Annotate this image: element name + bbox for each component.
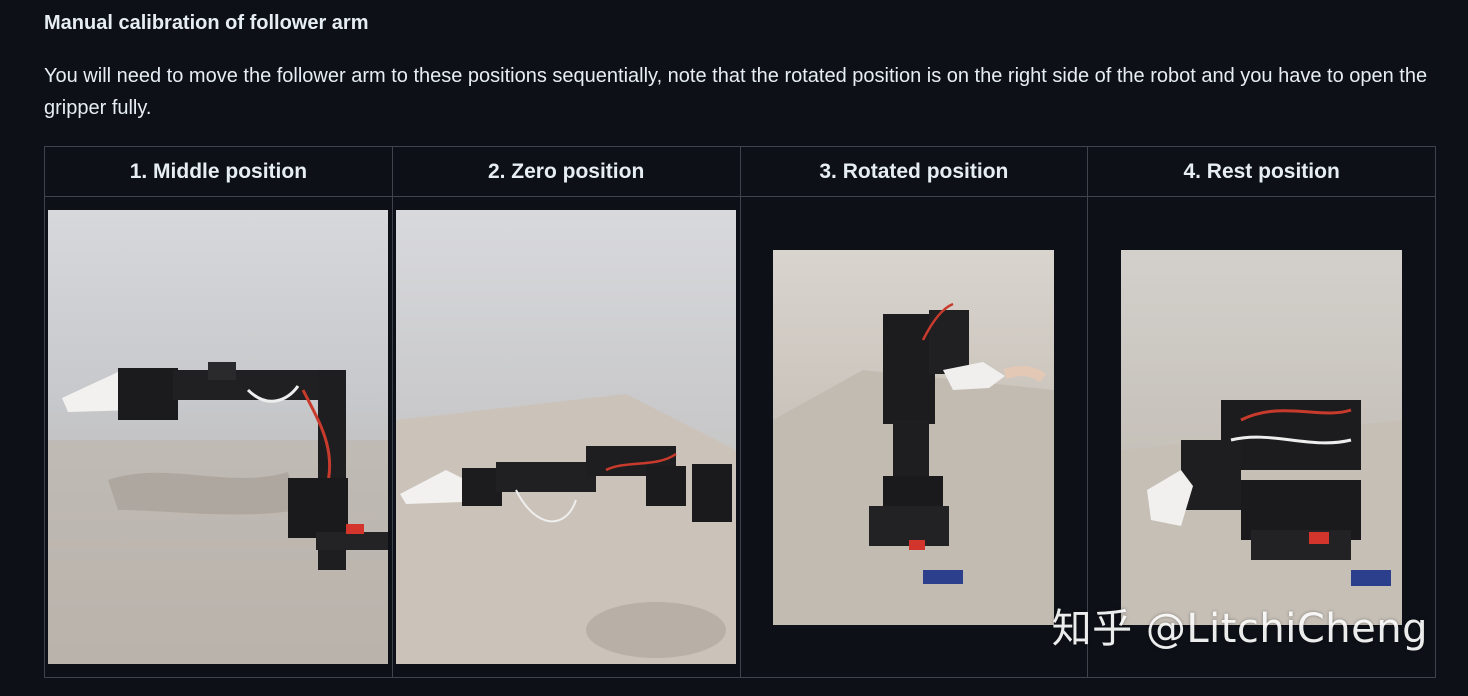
cell-zero-position	[391, 196, 741, 678]
watermark-text: 知乎 @LitchiCheng	[1051, 606, 1428, 652]
cell-middle-position	[44, 196, 393, 678]
middle-position-photo	[48, 210, 389, 664]
rest-position-photo	[1121, 249, 1403, 625]
header-rest-position: 4. Rest position	[1087, 146, 1436, 197]
rotated-position-photo	[773, 249, 1055, 625]
section-heading: Manual calibration of follower arm	[44, 12, 369, 34]
header-middle-position: 1. Middle position	[44, 146, 393, 197]
header-zero-position: 2. Zero position	[391, 146, 741, 197]
zero-position-photo	[396, 210, 737, 664]
cell-rotated-position	[739, 196, 1089, 678]
header-rotated-position: 3. Rotated position	[739, 146, 1089, 197]
table-header-row: 1. Middle position 2. Zero position 3. R…	[44, 146, 1436, 197]
instructions-paragraph: You will need to move the follower arm t…	[44, 65, 1428, 119]
